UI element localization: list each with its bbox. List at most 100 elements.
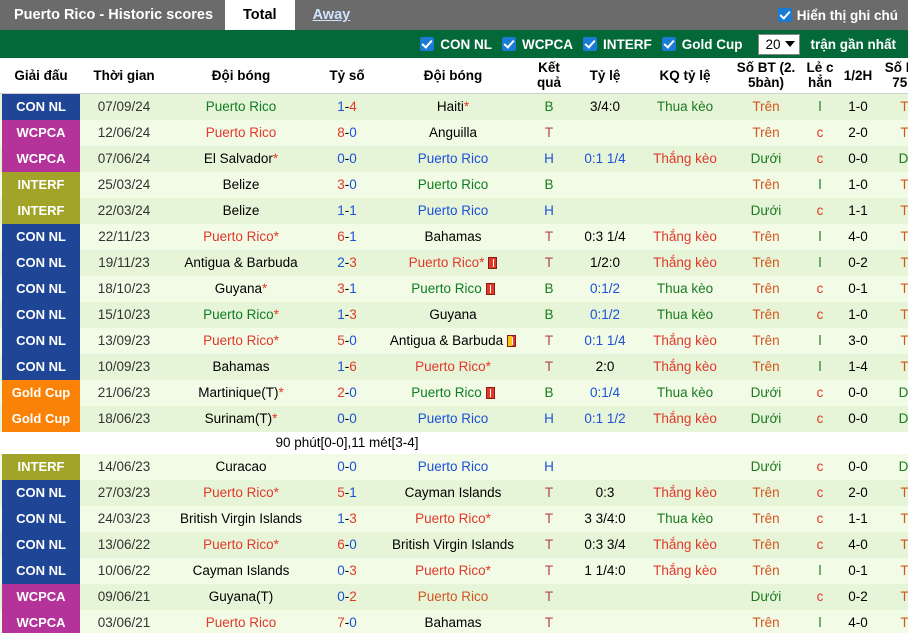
cell-away-team[interactable]: Puerto Rico	[378, 405, 528, 432]
table-row[interactable]: Gold Cup 21/06/23 Martinique(T)* 2-0 Puerto …	[0, 379, 908, 406]
league-badge[interactable]: CON NL	[2, 275, 80, 302]
league-badge[interactable]: CON NL	[2, 301, 80, 328]
league-badge[interactable]: WCPCA	[2, 609, 80, 633]
table-row[interactable]: INTERF 14/06/23 Curacao 0-0 Puerto Rico H Dưới…	[0, 453, 908, 480]
cell-home-team[interactable]: Curacao	[166, 453, 316, 480]
cell-home-team[interactable]: Cayman Islands	[166, 557, 316, 584]
league-badge[interactable]: CON NL	[2, 557, 80, 584]
cell-away-team[interactable]: Antigua & Barbuda	[378, 327, 528, 354]
cell-league[interactable]: CON NL	[0, 301, 82, 328]
cell-away-team[interactable]: Puerto Rico	[378, 197, 528, 224]
cell-away-team[interactable]: Bahamas	[378, 223, 528, 250]
table-row[interactable]: CON NL 19/11/23 Antigua & Barbuda 2-3 Puerto…	[0, 249, 908, 276]
cell-away-team[interactable]: British Virgin Islands	[378, 531, 528, 558]
league-badge[interactable]: CON NL	[2, 531, 80, 558]
cell-home-team[interactable]: Puerto Rico	[166, 119, 316, 146]
cell-league[interactable]: WCPCA	[0, 145, 82, 172]
cell-league[interactable]: CON NL	[0, 479, 82, 506]
cell-away-team[interactable]: Puerto Rico*	[378, 505, 528, 532]
cell-away-team[interactable]: Haiti*	[378, 93, 528, 120]
table-row[interactable]: CON NL 10/06/22 Cayman Islands 0-3 Puerto Ri…	[0, 557, 908, 584]
cell-away-team[interactable]: Puerto Rico	[378, 453, 528, 480]
league-badge[interactable]: WCPCA	[2, 145, 80, 172]
cell-home-team[interactable]: Bahamas	[166, 353, 316, 380]
league-badge[interactable]: CON NL	[2, 505, 80, 532]
cell-league[interactable]: INTERF	[0, 453, 82, 480]
cell-away-team[interactable]: Anguilla	[378, 119, 528, 146]
cell-home-team[interactable]: Puerto Rico*	[166, 301, 316, 328]
cell-away-team[interactable]: Puerto Rico	[378, 171, 528, 198]
cell-away-team[interactable]: Puerto Rico*	[378, 353, 528, 380]
filter-checkbox-wcpca[interactable]	[501, 37, 516, 51]
cell-home-team[interactable]: Belize	[166, 171, 316, 198]
cell-league[interactable]: WCPCA	[0, 119, 82, 146]
cell-league[interactable]: INTERF	[0, 197, 82, 224]
cell-league[interactable]: CON NL	[0, 505, 82, 532]
table-row[interactable]: CON NL 13/06/22 Puerto Rico* 6-0 British Vir…	[0, 531, 908, 558]
table-row[interactable]: CON NL 07/09/24 Puerto Rico 1-4 Haiti* B 3/4:0…	[0, 93, 908, 120]
league-badge[interactable]: INTERF	[2, 171, 80, 198]
cell-league[interactable]: Gold Cup	[0, 379, 82, 406]
cell-home-team[interactable]: British Virgin Islands	[166, 505, 316, 532]
cell-league[interactable]: CON NL	[0, 531, 82, 558]
league-badge[interactable]: INTERF	[2, 453, 80, 480]
cell-away-team[interactable]: Puerto Rico	[378, 275, 528, 302]
cell-away-team[interactable]: Cayman Islands	[378, 479, 528, 506]
tab-away[interactable]: Away	[295, 0, 369, 30]
table-row[interactable]: INTERF 25/03/24 Belize 3-0 Puerto Rico B Trên l…	[0, 171, 908, 198]
league-badge[interactable]: INTERF	[2, 197, 80, 224]
league-badge[interactable]: CON NL	[2, 93, 80, 120]
cell-away-team[interactable]: Bahamas	[378, 609, 528, 633]
cell-home-team[interactable]: Guyana(T)	[166, 583, 316, 610]
table-row[interactable]: WCPCA 07/06/24 El Salvador* 0-0 Puerto Rico H…	[0, 145, 908, 172]
cell-home-team[interactable]: Surinam(T)*	[166, 405, 316, 432]
table-row[interactable]: CON NL 10/09/23 Bahamas 1-6 Puerto Rico* T 2:0…	[0, 353, 908, 380]
table-row[interactable]: CON NL 27/03/23 Puerto Rico* 5-1 Cayman Isla…	[0, 479, 908, 506]
table-row[interactable]: INTERF 22/03/24 Belize 1-1 Puerto Rico H Dưới c…	[0, 197, 908, 224]
league-badge[interactable]: WCPCA	[2, 583, 80, 610]
cell-league[interactable]: Gold Cup	[0, 405, 82, 432]
league-badge[interactable]: CON NL	[2, 327, 80, 354]
cell-away-team[interactable]: Puerto Rico	[378, 145, 528, 172]
cell-home-team[interactable]: El Salvador*	[166, 145, 316, 172]
cell-home-team[interactable]: Puerto Rico*	[166, 479, 316, 506]
cell-league[interactable]: CON NL	[0, 557, 82, 584]
table-row[interactable]: CON NL 22/11/23 Puerto Rico* 6-1 Bahamas T 0:3…	[0, 223, 908, 250]
filter-checkbox-con-nl[interactable]	[420, 37, 435, 51]
table-row[interactable]: WCPCA 03/06/21 Puerto Rico 7-0 Bahamas T Trên l…	[0, 609, 908, 633]
tab-total[interactable]: Total	[225, 0, 295, 30]
match-count-select[interactable]: 20	[758, 33, 801, 55]
cell-away-team[interactable]: Guyana	[378, 301, 528, 328]
league-badge[interactable]: CON NL	[2, 353, 80, 380]
table-row[interactable]: CON NL 18/10/23 Guyana* 3-1 Puerto Rico B 0:1/…	[0, 275, 908, 302]
cell-home-team[interactable]: Guyana*	[166, 275, 316, 302]
league-badge[interactable]: Gold Cup	[2, 405, 80, 432]
cell-away-team[interactable]: Puerto Rico	[378, 583, 528, 610]
league-badge[interactable]: CON NL	[2, 479, 80, 506]
cell-home-team[interactable]: Belize	[166, 197, 316, 224]
cell-league[interactable]: CON NL	[0, 223, 82, 250]
cell-league[interactable]: CON NL	[0, 327, 82, 354]
league-badge[interactable]: CON NL	[2, 223, 80, 250]
cell-home-team[interactable]: Antigua & Barbuda	[166, 249, 316, 276]
filter-checkbox-gold-cup[interactable]	[661, 37, 676, 51]
league-badge[interactable]: Gold Cup	[2, 379, 80, 406]
table-row[interactable]: CON NL 15/10/23 Puerto Rico* 1-3 Guyana B 0:1/…	[0, 301, 908, 328]
cell-home-team[interactable]: Puerto Rico*	[166, 223, 316, 250]
cell-league[interactable]: CON NL	[0, 353, 82, 380]
cell-league[interactable]: WCPCA	[0, 583, 82, 610]
cell-home-team[interactable]: Puerto Rico	[166, 93, 316, 120]
cell-away-team[interactable]: Puerto Rico*	[378, 557, 528, 584]
cell-league[interactable]: WCPCA	[0, 609, 82, 633]
cell-league[interactable]: CON NL	[0, 93, 82, 120]
cell-home-team[interactable]: Puerto Rico*	[166, 327, 316, 354]
table-row[interactable]: WCPCA 09/06/21 Guyana(T) 0-2 Puerto Rico T Dướ…	[0, 583, 908, 610]
cell-away-team[interactable]: Puerto Rico*	[378, 249, 528, 276]
table-row[interactable]: CON NL 24/03/23 British Virgin Islands 1-3 P…	[0, 505, 908, 532]
table-row[interactable]: Gold Cup 18/06/23 Surinam(T)* 0-0 Puerto Ric…	[0, 405, 908, 432]
table-row[interactable]: WCPCA 12/06/24 Puerto Rico 8-0 Anguilla T Trên…	[0, 119, 908, 146]
cell-league[interactable]: CON NL	[0, 249, 82, 276]
table-row[interactable]: CON NL 13/09/23 Puerto Rico* 5-0 Antigua & B…	[0, 327, 908, 354]
cell-away-team[interactable]: Puerto Rico	[378, 379, 528, 406]
cell-home-team[interactable]: Puerto Rico*	[166, 531, 316, 558]
